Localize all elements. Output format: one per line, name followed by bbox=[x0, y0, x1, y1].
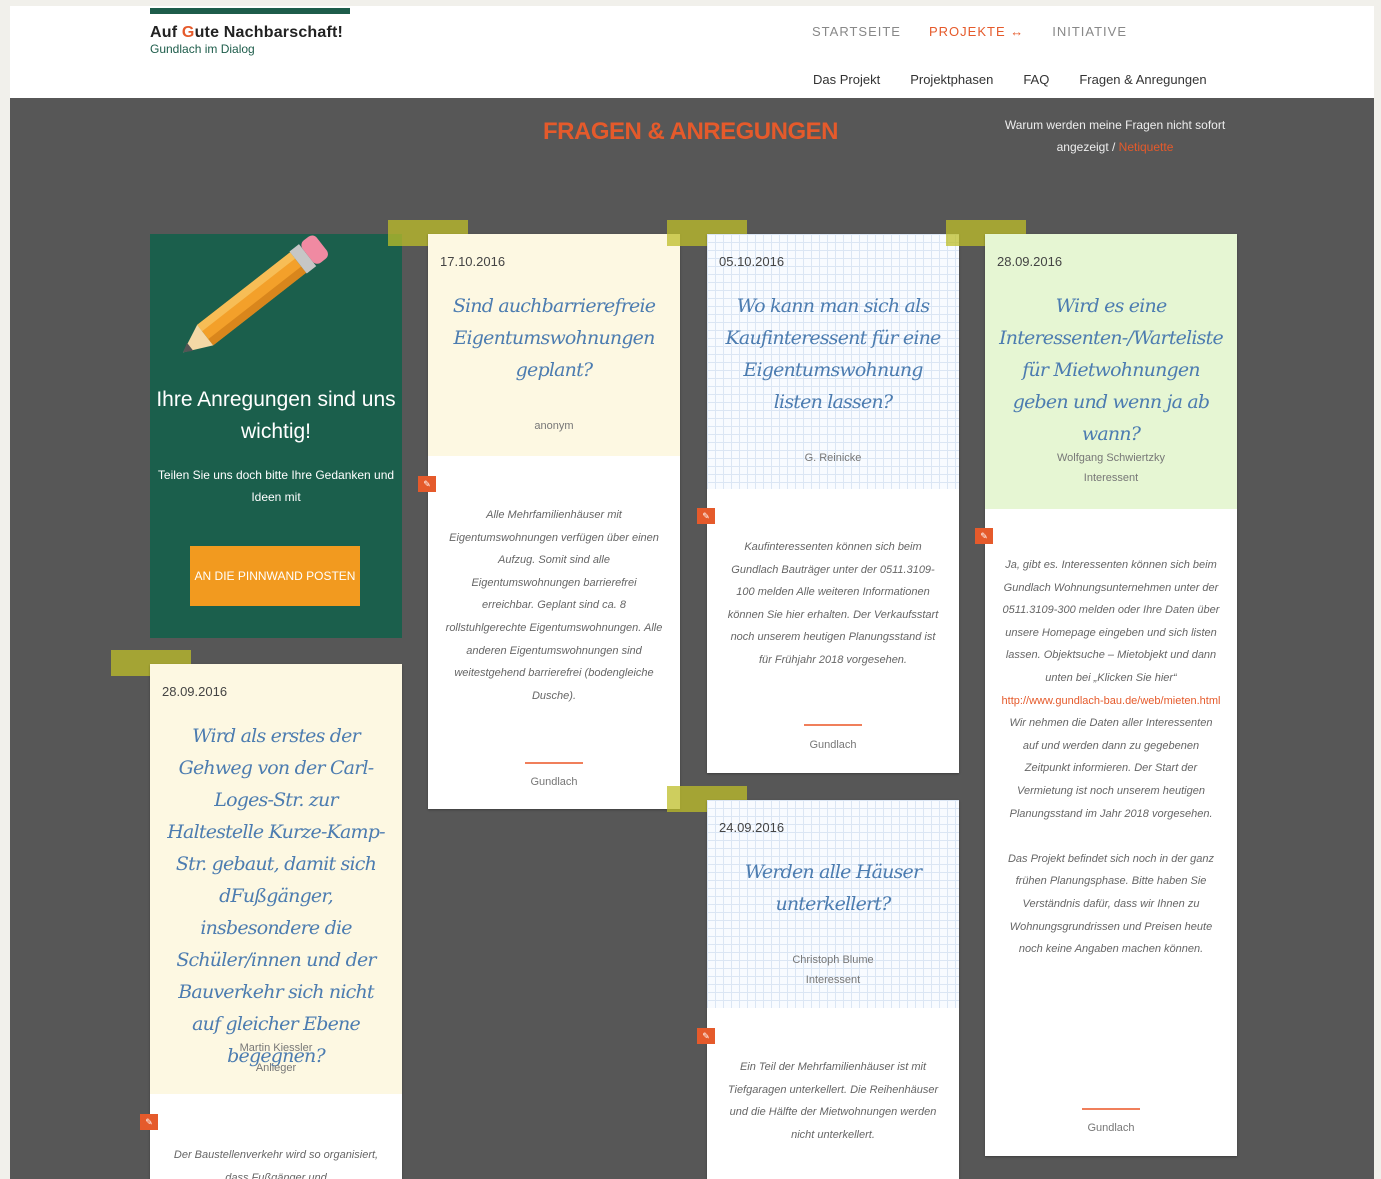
post-author: anonym bbox=[534, 420, 574, 432]
sub-nav: Das Projekt Projektphasen FAQ Fragen & A… bbox=[813, 72, 1207, 87]
post-author-role: Anlieger bbox=[255, 1062, 297, 1074]
divider bbox=[804, 724, 862, 726]
post-answer: Der Baustellenverkehr wird so organisier… bbox=[173, 1149, 379, 1179]
logo-text-pre: Auf bbox=[150, 24, 182, 41]
reply-icon: ✎ bbox=[140, 1114, 158, 1130]
netiquette-link[interactable]: Netiquette bbox=[1119, 140, 1174, 154]
post-question-area: 28.09.2016 Wird als erstes der Gehweg vo… bbox=[150, 664, 402, 1094]
board-note: Warum werden meine Fragen nicht sofort a… bbox=[990, 114, 1240, 158]
post-date: 24.09.2016 bbox=[719, 820, 785, 835]
post-question: Wird als erstes der Gehweg von der Carl-… bbox=[167, 725, 385, 1067]
subnav-fragen-anregungen[interactable]: Fragen & Anregungen bbox=[1079, 72, 1206, 87]
divider bbox=[1082, 1108, 1140, 1110]
reply-icon: ✎ bbox=[418, 476, 436, 492]
post-answer: Ja, gibt es. Interessenten können sich b… bbox=[1001, 554, 1221, 961]
post-card: 24.09.2016 Werden alle Häuser unterkelle… bbox=[697, 800, 959, 1179]
post-question: Wo kann man sich als Kaufinteressent für… bbox=[725, 295, 942, 413]
site-logo[interactable]: Auf Gute Nachbarschaft! bbox=[150, 24, 343, 42]
post-answer-text-continued: Wir nehmen die Daten aller Interessenten… bbox=[1009, 717, 1213, 820]
post-author: G. Reinicke bbox=[804, 452, 862, 464]
divider bbox=[525, 762, 583, 764]
post-date: 17.10.2016 bbox=[440, 254, 506, 269]
post-author: Martin Kiessler bbox=[239, 1042, 313, 1054]
post-question: Sind auchbarrierefreie Eigentumswohnunge… bbox=[452, 295, 656, 381]
post-question: Wird es eine Interessenten-/Warteliste f… bbox=[999, 295, 1224, 445]
logo-text-accent: G bbox=[181, 24, 195, 41]
reply-icon: ✎ bbox=[697, 1028, 715, 1044]
pinboard: FRAGEN & ANREGUNGEN Warum werden meine F… bbox=[10, 98, 1374, 1179]
post-signer: Gundlach bbox=[1087, 1122, 1135, 1134]
intro-text: Teilen Sie uns doch bitte Ihre Gedanken … bbox=[157, 468, 395, 504]
nav-initiative[interactable]: INITIATIVE bbox=[1052, 24, 1127, 39]
post-answer: Alle Mehrfamilienhäuser mit Eigentumswoh… bbox=[445, 509, 663, 702]
nav-projekte[interactable]: PROJEKTE ↔ bbox=[929, 24, 1024, 39]
mieten-link[interactable]: http://www.gundlach-bau.de/web/mieten.ht… bbox=[1002, 695, 1221, 707]
intro-card: Ihre Anregungen sind uns wichtig! Teilen… bbox=[150, 234, 402, 638]
subnav-projektphasen[interactable]: Projektphasen bbox=[910, 72, 993, 87]
reply-icon: ✎ bbox=[697, 508, 715, 524]
main-nav: STARTSEITE PROJEKTE ↔ INITIATIVE bbox=[812, 24, 1127, 39]
post-to-board-button[interactable]: AN DIE PINNWAND POSTEN bbox=[190, 546, 360, 606]
post-answer-text: Ja, gibt es. Interessenten können sich b… bbox=[1002, 559, 1220, 684]
page-frame: Auf Gute Nachbarschaft! Gundlach im Dial… bbox=[10, 6, 1374, 1179]
post-answer: Kaufinteressenten können sich beim Gundl… bbox=[727, 541, 939, 666]
subnav-faq[interactable]: FAQ bbox=[1023, 72, 1049, 87]
post-answer: Ein Teil der Mehrfamilienhäuser ist mit … bbox=[727, 1061, 939, 1141]
post-question-area: 24.09.2016 Werden alle Häuser unterkelle… bbox=[707, 800, 959, 1008]
logo-subtitle: Gundlach im Dialog bbox=[150, 42, 255, 56]
board-note-text: Warum werden meine Fragen nicht sofort a… bbox=[1004, 118, 1226, 154]
pencil-icon bbox=[183, 235, 328, 353]
post-card: 05.10.2016 Wo kann man sich als Kaufinte… bbox=[697, 234, 959, 773]
subnav-das-projekt[interactable]: Das Projekt bbox=[813, 72, 880, 87]
post-date: 28.09.2016 bbox=[162, 684, 228, 699]
post-card: 17.10.2016 Sind auchbarrierefreie Eigent… bbox=[418, 234, 680, 809]
post-answer-note: Das Projekt befindet sich noch in der ga… bbox=[1007, 852, 1215, 956]
nav-startseite[interactable]: STARTSEITE bbox=[812, 24, 901, 39]
post-card: 28.09.2016 Wird es eine Interessenten-/W… bbox=[975, 234, 1237, 1156]
post-signer: Gundlach bbox=[809, 739, 857, 751]
intro-title: Ihre Anregungen sind uns wichtig! bbox=[156, 388, 396, 443]
post-author-role: Interessent bbox=[805, 974, 861, 986]
page-title: FRAGEN & ANREGUNGEN bbox=[543, 118, 838, 145]
post-author: Christoph Blume bbox=[792, 954, 874, 966]
post-question-area: 05.10.2016 Wo kann man sich als Kaufinte… bbox=[707, 234, 959, 489]
post-signer: Gundlach bbox=[530, 776, 578, 788]
post-question: Werden alle Häuser unterkellert? bbox=[744, 861, 922, 915]
post-question-area: 17.10.2016 Sind auchbarrierefreie Eigent… bbox=[428, 234, 680, 456]
reply-icon: ✎ bbox=[975, 528, 993, 544]
logo-text-post: ute Nachbarschaft! bbox=[194, 24, 344, 41]
post-date: 28.09.2016 bbox=[997, 254, 1063, 269]
post-question-area: 28.09.2016 Wird es eine Interessenten-/W… bbox=[985, 234, 1237, 509]
post-date: 05.10.2016 bbox=[719, 254, 785, 269]
post-card: 28.09.2016 Wird als erstes der Gehweg vo… bbox=[140, 664, 402, 1179]
logo-bar bbox=[150, 8, 350, 14]
post-author: Wolfgang Schwiertzky bbox=[1056, 452, 1165, 464]
post-author-role: Interessent bbox=[1083, 472, 1139, 484]
